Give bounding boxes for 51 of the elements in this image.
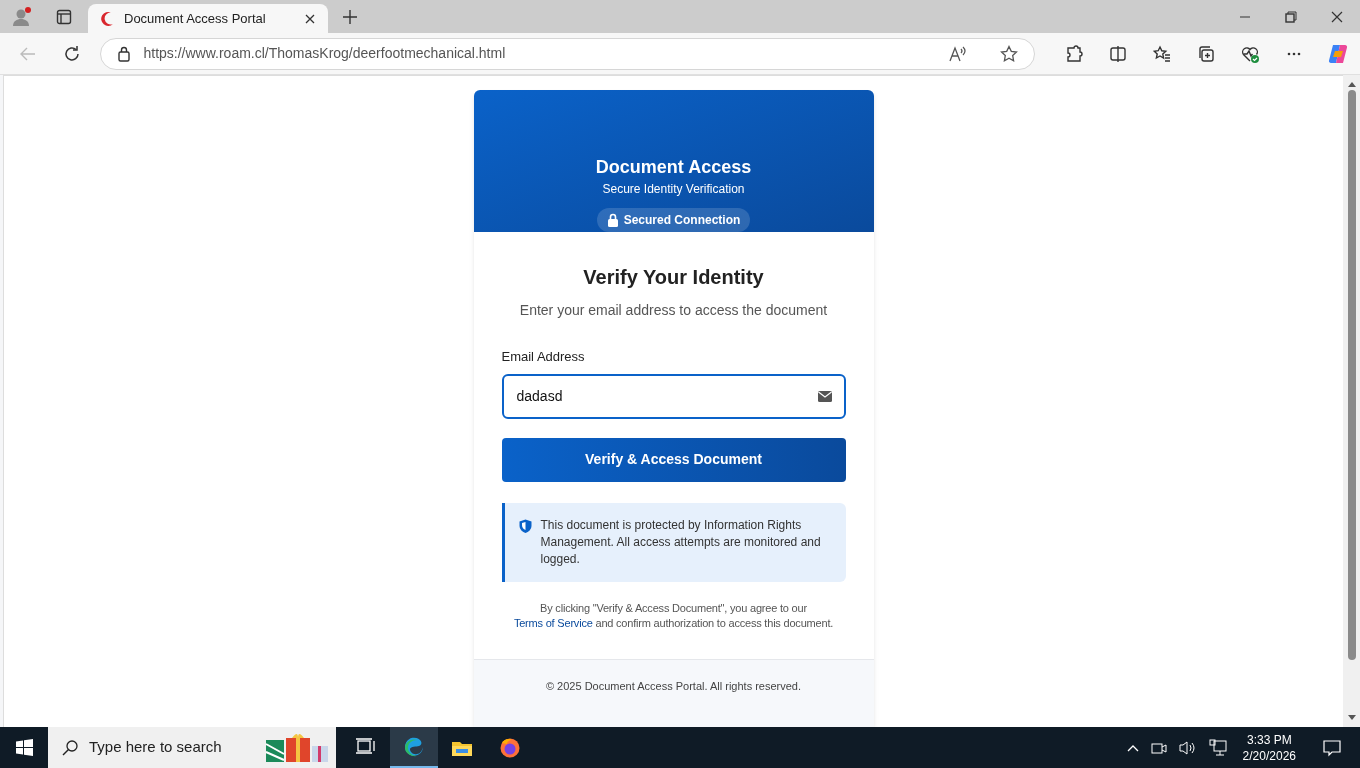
tab-actions-icon[interactable] [56,8,72,25]
form-intro: Enter your email address to access the document [518,301,829,320]
favorites-icon[interactable] [1153,44,1171,63]
windows-start-icon[interactable] [15,739,33,756]
collections-icon[interactable] [1197,44,1215,63]
chevron-up-icon[interactable] [1126,743,1139,752]
speaker-icon[interactable] [1178,739,1197,756]
heartbeat-icon[interactable] [1241,44,1259,63]
address-bar[interactable]: https://www.roam.cl/ThomasKrog/deerfootmechanical.html [100,37,1035,70]
gift-boxes-drawing [264,731,330,764]
refresh-icon[interactable] [62,44,81,63]
search-placeholder: Type here to search [89,737,223,758]
scroll-down-icon [1347,715,1356,721]
new-tab-icon[interactable] [342,8,358,25]
network-icon[interactable] [1208,738,1227,757]
copyright-text: © 2025 Document Access Portal. All rights reserved. [545,678,802,694]
notice-text: This document is protected by Information Rights Management. All access attempts are monitored and logged. [540,516,822,568]
portal-subtitle: Secure Identity Verification [602,181,745,198]
restore-icon[interactable] [1285,10,1297,23]
close-icon[interactable] [1331,10,1343,23]
notifications-icon[interactable] [1323,738,1341,757]
terms-link[interactable]: Terms of Service [513,616,593,629]
email-field[interactable]: dadasd [501,373,846,419]
taskbar-app[interactable] [390,727,438,768]
favorite-star-icon[interactable] [1000,44,1018,63]
profile-icon[interactable] [11,5,33,28]
browser-tab[interactable]: Document Access Portal [88,4,328,33]
envelope-icon [817,390,832,402]
close-icon[interactable] [304,12,316,25]
verify-button[interactable]: Verify & Access Document [501,437,846,482]
taskbar-search-field[interactable]: Type here to search [48,727,336,768]
copilot-icon[interactable] [1327,42,1349,65]
scroll-up-icon [1347,81,1356,87]
split-screen-icon[interactable] [1109,44,1127,63]
consent-text: By clicking "Verify & Access Document", you agree to our Terms of Service and confirm authorization to access this document. [512,600,835,631]
read-aloud-icon[interactable] [948,44,968,63]
form-heading: Verify Your Identity [582,265,765,290]
shield-icon [518,518,532,533]
lock-icon [117,45,132,62]
extensions-icon[interactable] [1065,44,1083,63]
edge-browser-icon [403,735,425,758]
url-text: https://www.roam.cl/ThomasKrog/deerfootmechanical.html [143,44,507,63]
portal-title: Document Access [595,156,752,178]
firefox-icon [499,736,521,759]
badge-text: Secured Connection [623,212,741,229]
clock[interactable]: 3:33 PM 2/20/2026 [1238,731,1300,764]
tab-title: Document Access Portal [124,9,267,28]
lock-icon [606,213,619,227]
search-icon [62,739,78,756]
field-label: Email Address [501,348,586,366]
scrollbar[interactable] [1343,75,1360,727]
